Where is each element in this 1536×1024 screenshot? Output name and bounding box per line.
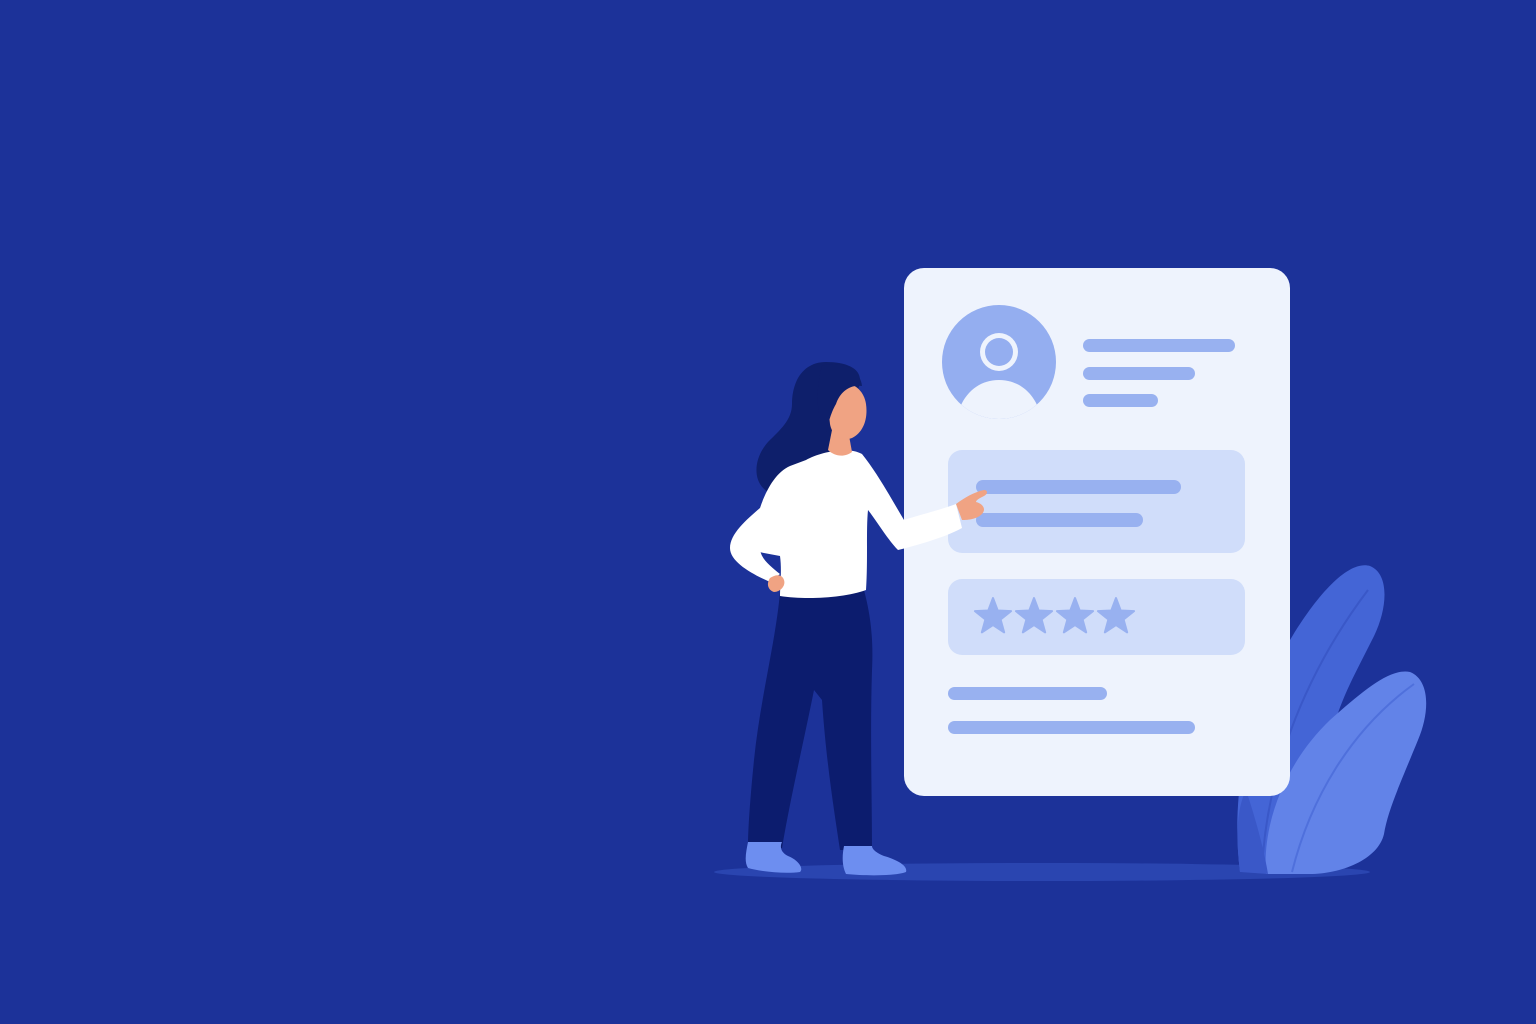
info-line-1 [976, 480, 1181, 494]
pants [748, 590, 873, 850]
left-shoe [745, 842, 802, 873]
info-panel [948, 450, 1245, 553]
right-shoe [842, 846, 907, 876]
footer-line-2 [948, 721, 1195, 734]
profile-meta-line [1083, 394, 1158, 407]
illustration-scene [0, 0, 1536, 1024]
profile-subtitle-line [1083, 367, 1195, 380]
info-line-2 [976, 513, 1143, 527]
profile-name-line [1083, 339, 1235, 352]
footer-line-1 [948, 687, 1107, 700]
profile-card [904, 268, 1290, 796]
illustration-canvas [714, 268, 1427, 881]
